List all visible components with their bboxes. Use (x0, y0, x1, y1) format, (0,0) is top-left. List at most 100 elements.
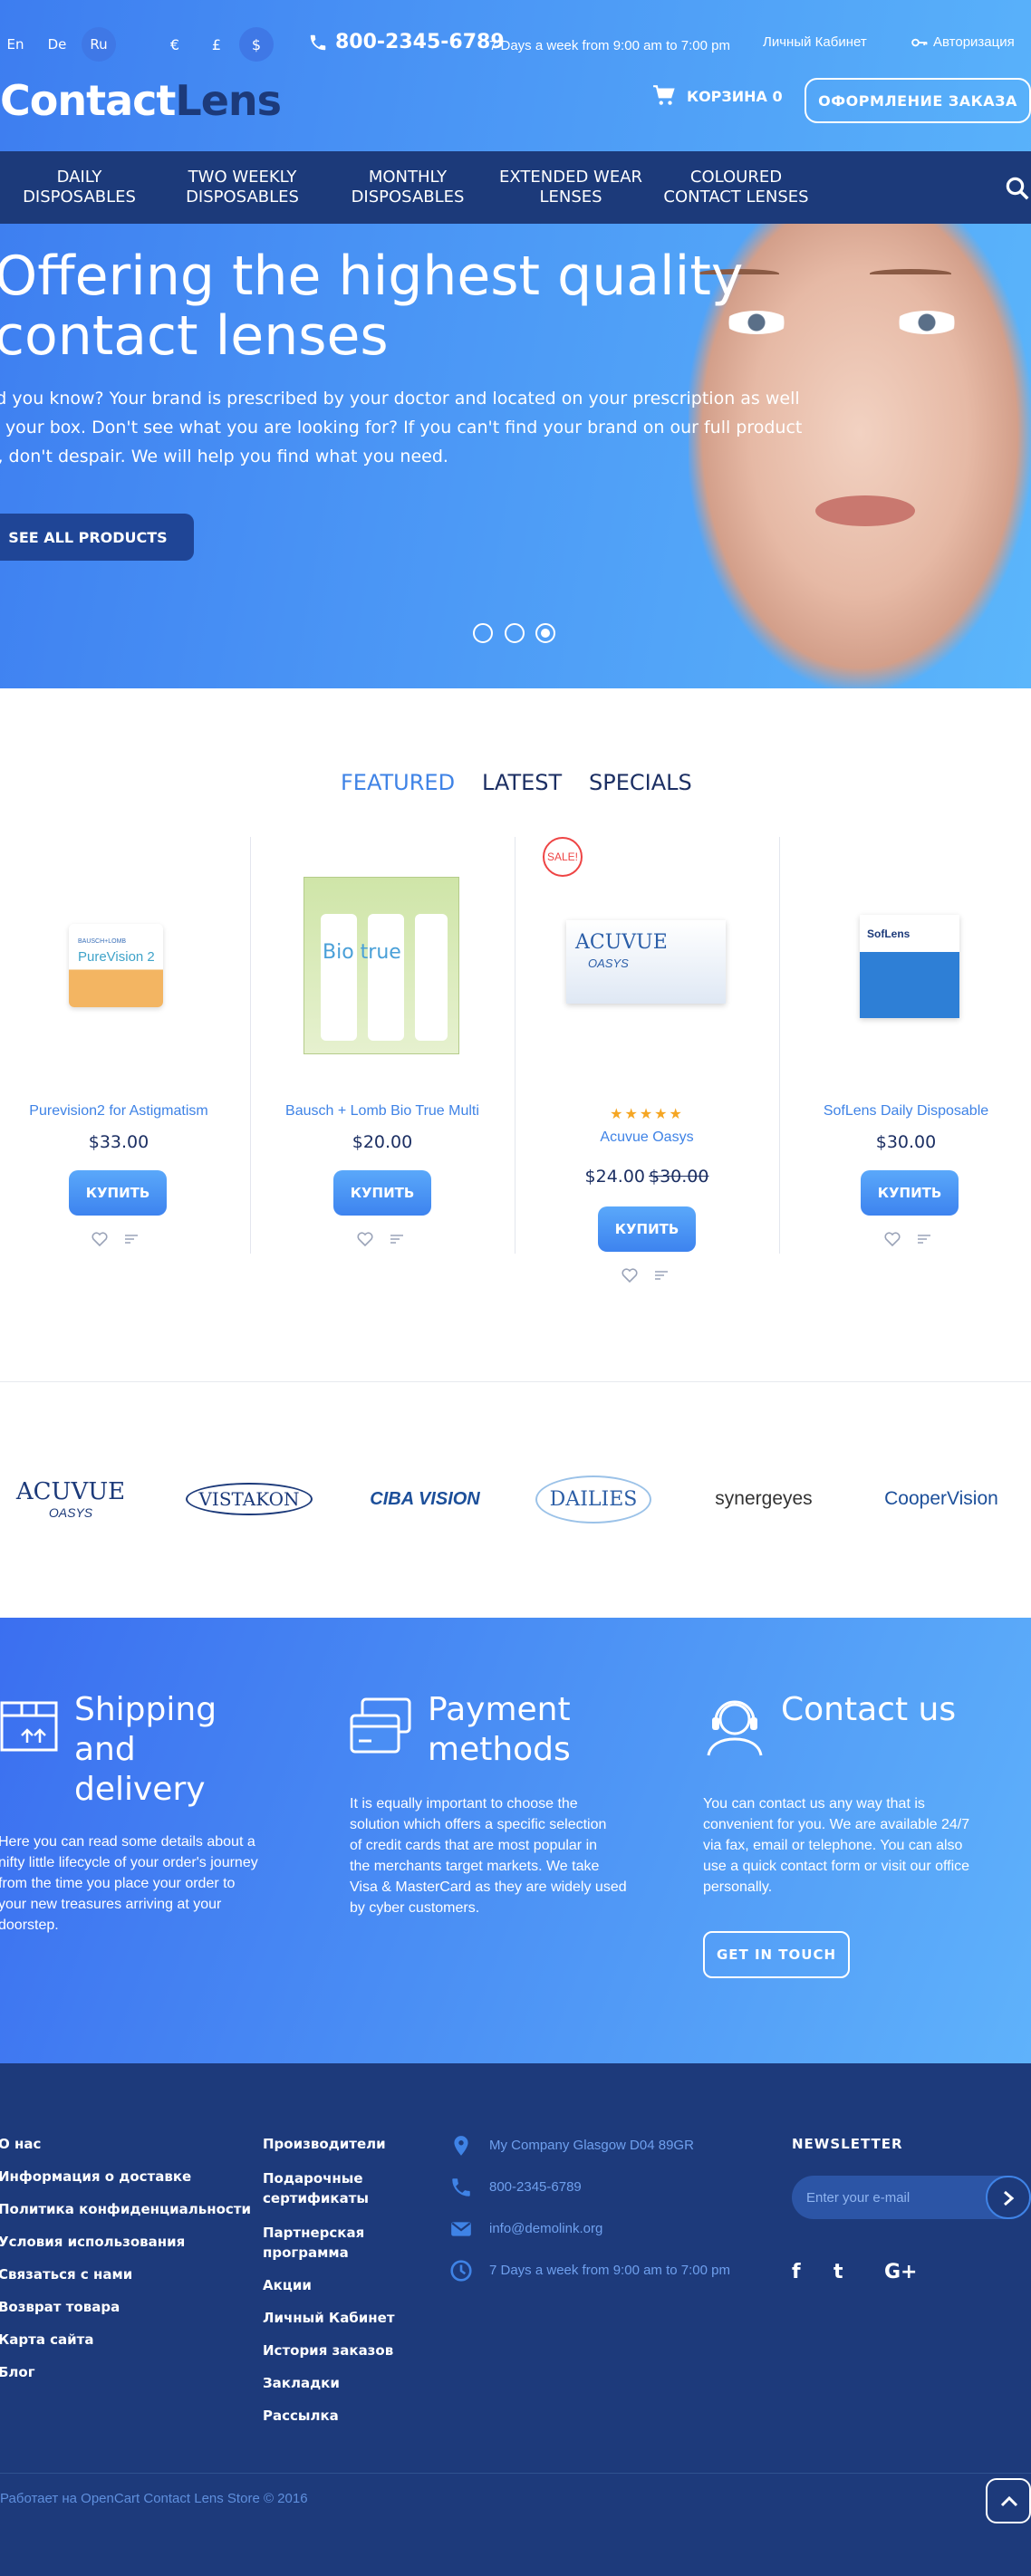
back-to-top-button[interactable] (986, 2478, 1031, 2523)
currency-usd[interactable]: $ (239, 27, 274, 62)
image-brand-text: BAUSCH+LOMB (78, 938, 127, 945)
currency-gbp[interactable]: £ (199, 27, 234, 62)
compare-icon[interactable] (655, 1271, 668, 1280)
currency-eur[interactable]: € (158, 27, 192, 62)
twitter-icon[interactable]: t (833, 2261, 843, 2283)
footer-phone[interactable]: 800-2345-6789 (489, 2179, 582, 2195)
heart-icon[interactable] (621, 1268, 638, 1283)
brand-logo-coopervision[interactable]: CooperVision (872, 1472, 1011, 1526)
product-image-soflens[interactable]: SofLens (860, 915, 959, 1018)
footer-link[interactable]: Возврат товара (0, 2299, 120, 2315)
account-link[interactable]: Личный Кабинет (763, 34, 867, 50)
slider-dot-2[interactable] (505, 623, 525, 643)
key-icon (911, 38, 928, 46)
buy-button[interactable]: КУПИТЬ (69, 1170, 167, 1216)
buy-button[interactable]: КУПИТЬ (598, 1206, 696, 1252)
footer-link[interactable]: Закладки (263, 2375, 340, 2391)
product-name[interactable]: Bausch + Lomb Bio True Multi (251, 1103, 514, 1120)
face-brow-right (870, 269, 951, 278)
tab-latest[interactable]: LATEST (482, 770, 562, 795)
footer-link[interactable]: Личный Кабинет (263, 2310, 395, 2326)
compare-icon[interactable] (390, 1235, 403, 1244)
heart-icon[interactable] (884, 1232, 901, 1247)
product-price: $20.00 (352, 1132, 413, 1152)
compare-icon[interactable] (918, 1235, 930, 1244)
brand-logo-vistakon[interactable]: VISTAKON (183, 1472, 315, 1526)
footer-link[interactable]: Акции (263, 2277, 312, 2293)
footer-link[interactable]: Партнерская программа (263, 2223, 371, 2263)
footer-link[interactable]: История заказов (263, 2342, 393, 2359)
product-image-purevision[interactable]: BAUSCH+LOMB PureVision 2 (69, 924, 163, 1007)
footer-link[interactable]: Производители (263, 2136, 386, 2152)
nav-item-label: DISPOSABLES (186, 187, 299, 207)
google-plus-icon[interactable]: G+ (884, 2261, 918, 2283)
nav-item-label: CONTACT LENSES (663, 187, 809, 207)
payment-text-line: by cyber customers. (350, 1900, 480, 1916)
search-icon[interactable] (1004, 175, 1031, 202)
header-phone[interactable]: 800-2345-6789 (308, 31, 505, 53)
facebook-icon[interactable]: f (792, 2261, 801, 2283)
product-card: SALE! ACUVUE OASYS ★★★★★ Acuvue Oasys $2… (516, 837, 779, 1283)
language-de[interactable]: De (40, 27, 74, 62)
main-nav: DAILY DISPOSABLES TWO WEEKLY DISPOSABLES M… (0, 151, 1031, 224)
product-name[interactable]: SofLens Daily Disposable (775, 1103, 1031, 1120)
contact-text: You can contact us any way that is conve… (703, 1793, 969, 1898)
nav-item-label: DISPOSABLES (351, 187, 465, 207)
nav-item-monthly[interactable]: MONTHLY DISPOSABLES (335, 151, 480, 224)
language-en[interactable]: En (0, 27, 33, 62)
heart-icon[interactable] (357, 1232, 373, 1247)
product-image-acuvue[interactable]: ACUVUE OASYS (566, 920, 726, 1004)
brand-logo-synergeyes[interactable]: synergeyes (698, 1472, 830, 1526)
nav-item-label: LENSES (539, 187, 602, 207)
shipping-title-line: Shipping (74, 1691, 217, 1728)
product-name[interactable]: Purevision2 for Astigmatism (0, 1103, 250, 1120)
see-all-products-button[interactable]: SEE ALL PRODUCTS (0, 514, 194, 561)
newsletter-submit-button[interactable] (986, 2176, 1031, 2219)
nav-item-label: TWO WEEKLY (188, 168, 297, 187)
footer-link[interactable]: Карта сайта (0, 2331, 94, 2348)
buy-button[interactable]: КУПИТЬ (861, 1170, 959, 1216)
product-image-biotrue[interactable]: Bio true (304, 877, 459, 1054)
compare-icon[interactable] (125, 1235, 138, 1244)
brand-logo-ciba-vision[interactable]: CIBA VISION (359, 1472, 491, 1526)
image-product-subtext: OASYS (588, 956, 629, 970)
site-logo[interactable]: ContactLens (0, 76, 282, 125)
payment-text-line: the merchants target markets. We take (350, 1859, 600, 1874)
slide-text-line-1: id you know? Your brand is prescribed by… (0, 389, 800, 409)
tab-featured[interactable]: FEATURED (341, 770, 455, 795)
slider-dot-1[interactable] (473, 623, 493, 643)
tab-specials[interactable]: SPECIALS (589, 770, 692, 795)
brand-logo-acuvue[interactable]: ACUVUE OASYS (7, 1472, 134, 1526)
checkout-button[interactable]: ОФОРМЛЕНИЕ ЗАКАЗА (805, 78, 1031, 123)
footer-email[interactable]: info@demolink.org (489, 2221, 602, 2236)
get-in-touch-button[interactable]: GET IN TOUCH (703, 1931, 850, 1978)
face-lips (815, 495, 915, 526)
footer-link[interactable]: Условия использования (0, 2234, 185, 2250)
footer-link[interactable]: Рассылка (263, 2408, 339, 2424)
footer-link[interactable]: Блог (0, 2364, 35, 2380)
cart-button[interactable]: КОРЗИНА 0 (652, 85, 783, 107)
heart-icon[interactable] (92, 1232, 108, 1247)
cart-label: КОРЗИНА 0 (687, 87, 783, 105)
nav-item-two-weekly[interactable]: TWO WEEKLY DISPOSABLES (172, 151, 313, 224)
product-price: $30.00 (875, 1132, 937, 1152)
footer-link[interactable]: Информация о доставке (0, 2168, 191, 2185)
nav-item-extended-wear[interactable]: EXTENDED WEAR LENSES (494, 151, 648, 224)
footer-link[interactable]: Подарочные сертификаты (263, 2168, 371, 2208)
language-ru[interactable]: Ru (82, 27, 116, 62)
slide-title-line-2: contact lenses (0, 304, 389, 368)
login-link[interactable]: Авторизация (911, 34, 1015, 50)
slider-dot-3[interactable] (535, 623, 555, 643)
product-name[interactable]: Acuvue Oasys (516, 1129, 778, 1146)
nav-item-daily-disposables[interactable]: DAILY DISPOSABLES (0, 151, 159, 224)
nav-item-coloured[interactable]: COLOURED CONTACT LENSES (657, 151, 815, 224)
footer-link[interactable]: Связаться с нами (0, 2266, 132, 2283)
footer-link[interactable]: О нас (0, 2136, 41, 2152)
buy-button[interactable]: КУПИТЬ (333, 1170, 431, 1216)
wishlist-compare-icons (92, 1232, 138, 1247)
chevron-up-icon (1000, 2495, 1018, 2507)
brand-logo-dailies[interactable]: DAILIES (535, 1472, 652, 1526)
map-pin-icon (454, 2136, 468, 2156)
footer-link[interactable]: Политика конфиденциальности (0, 2201, 251, 2217)
slide-text-line-2: s your box. Don't see what you are looki… (0, 418, 803, 437)
